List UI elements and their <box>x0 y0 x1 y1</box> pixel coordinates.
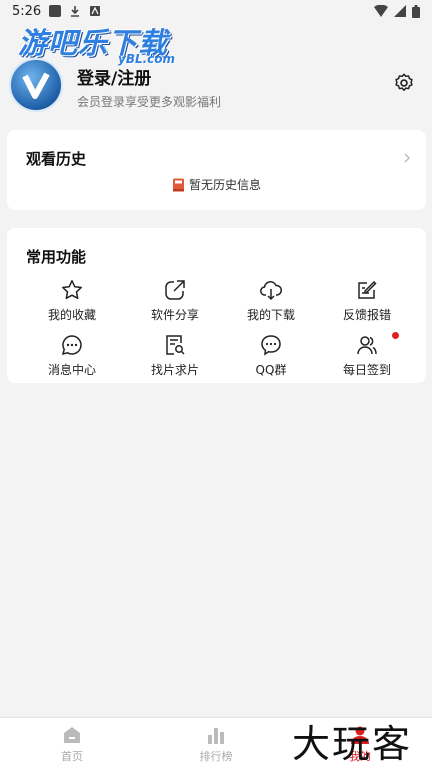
message-center-label: 消息中心 <box>47 363 96 377</box>
favorites-label: 我的收藏 <box>47 308 96 322</box>
share-icon <box>165 280 185 300</box>
status-time: 5:26 <box>12 3 42 19</box>
history-card[interactable]: 观看历史 暂无历史信息 <box>7 130 426 210</box>
tab-mine[interactable]: 我的 <box>330 724 390 764</box>
status-bar: 5:26 <box>0 0 432 22</box>
history-title: 观看历史 <box>26 150 87 168</box>
chat-icon <box>261 335 281 356</box>
login-register-link[interactable]: 登录/注册 <box>77 64 151 89</box>
my-downloads-label: 我的下载 <box>246 308 295 322</box>
my-downloads-button[interactable]: 我的下载 <box>231 278 311 324</box>
functions-title: 常用功能 <box>26 248 87 266</box>
settings-gear-icon[interactable] <box>393 72 415 94</box>
qq-group-label: QQ群 <box>255 363 287 377</box>
edit-icon <box>358 280 377 299</box>
notification-dot <box>392 332 399 339</box>
avatar[interactable] <box>9 58 63 112</box>
profile-header[interactable]: 登录/注册 会员登录享受更多观影福利 <box>0 58 432 118</box>
tab-home[interactable]: 首页 <box>42 724 102 764</box>
favorites-button[interactable]: 我的收藏 <box>32 278 112 324</box>
share-app-label: 软件分享 <box>150 308 199 322</box>
message-center-button[interactable]: 消息中心 <box>32 333 112 379</box>
wifi-icon <box>374 5 388 17</box>
users-icon <box>357 336 377 355</box>
notification-icon <box>49 5 62 17</box>
feedback-label: 反馈报错 <box>342 308 391 322</box>
book-icon <box>172 178 184 191</box>
feedback-button[interactable]: 反馈报错 <box>327 278 407 324</box>
tab-mine-label: 我的 <box>349 750 371 763</box>
share-app-button[interactable]: 软件分享 <box>135 278 215 324</box>
daily-checkin-button[interactable]: 每日签到 <box>327 333 407 379</box>
bottom-tab-bar: 首页 排行榜 我的 <box>0 717 432 769</box>
signal-icon <box>394 5 406 17</box>
cloud-download-icon <box>260 281 283 301</box>
history-empty-text: 暂无历史信息 <box>188 178 261 192</box>
star-icon <box>62 280 82 300</box>
functions-card: 常用功能 我的收藏 软件分享 我的下载 反馈报错 消息中心 找片求片 QQ群 每… <box>7 228 426 383</box>
watermark-title: 游吧乐下载 <box>18 26 169 60</box>
app-status-icon <box>90 6 101 16</box>
tab-ranking[interactable]: 排行榜 <box>186 724 246 764</box>
tab-home-label: 首页 <box>61 750 83 763</box>
battery-icon <box>412 4 420 18</box>
qq-group-button[interactable]: QQ群 <box>231 333 311 379</box>
chevron-right-icon[interactable] <box>402 150 412 166</box>
message-icon <box>61 335 82 356</box>
bar-chart-icon <box>208 728 224 744</box>
login-subtitle: 会员登录享受更多观影福利 <box>77 95 222 109</box>
tab-ranking-label: 排行榜 <box>199 750 233 763</box>
search-doc-icon <box>166 335 185 355</box>
request-movie-label: 找片求片 <box>150 363 199 377</box>
user-icon <box>351 726 369 744</box>
history-empty-state: 暂无历史信息 <box>7 176 426 193</box>
daily-checkin-label: 每日签到 <box>342 363 391 377</box>
request-movie-button[interactable]: 找片求片 <box>135 333 215 379</box>
home-icon <box>64 727 80 743</box>
avatar-logo-icon <box>22 72 50 99</box>
download-status-icon <box>71 6 80 17</box>
